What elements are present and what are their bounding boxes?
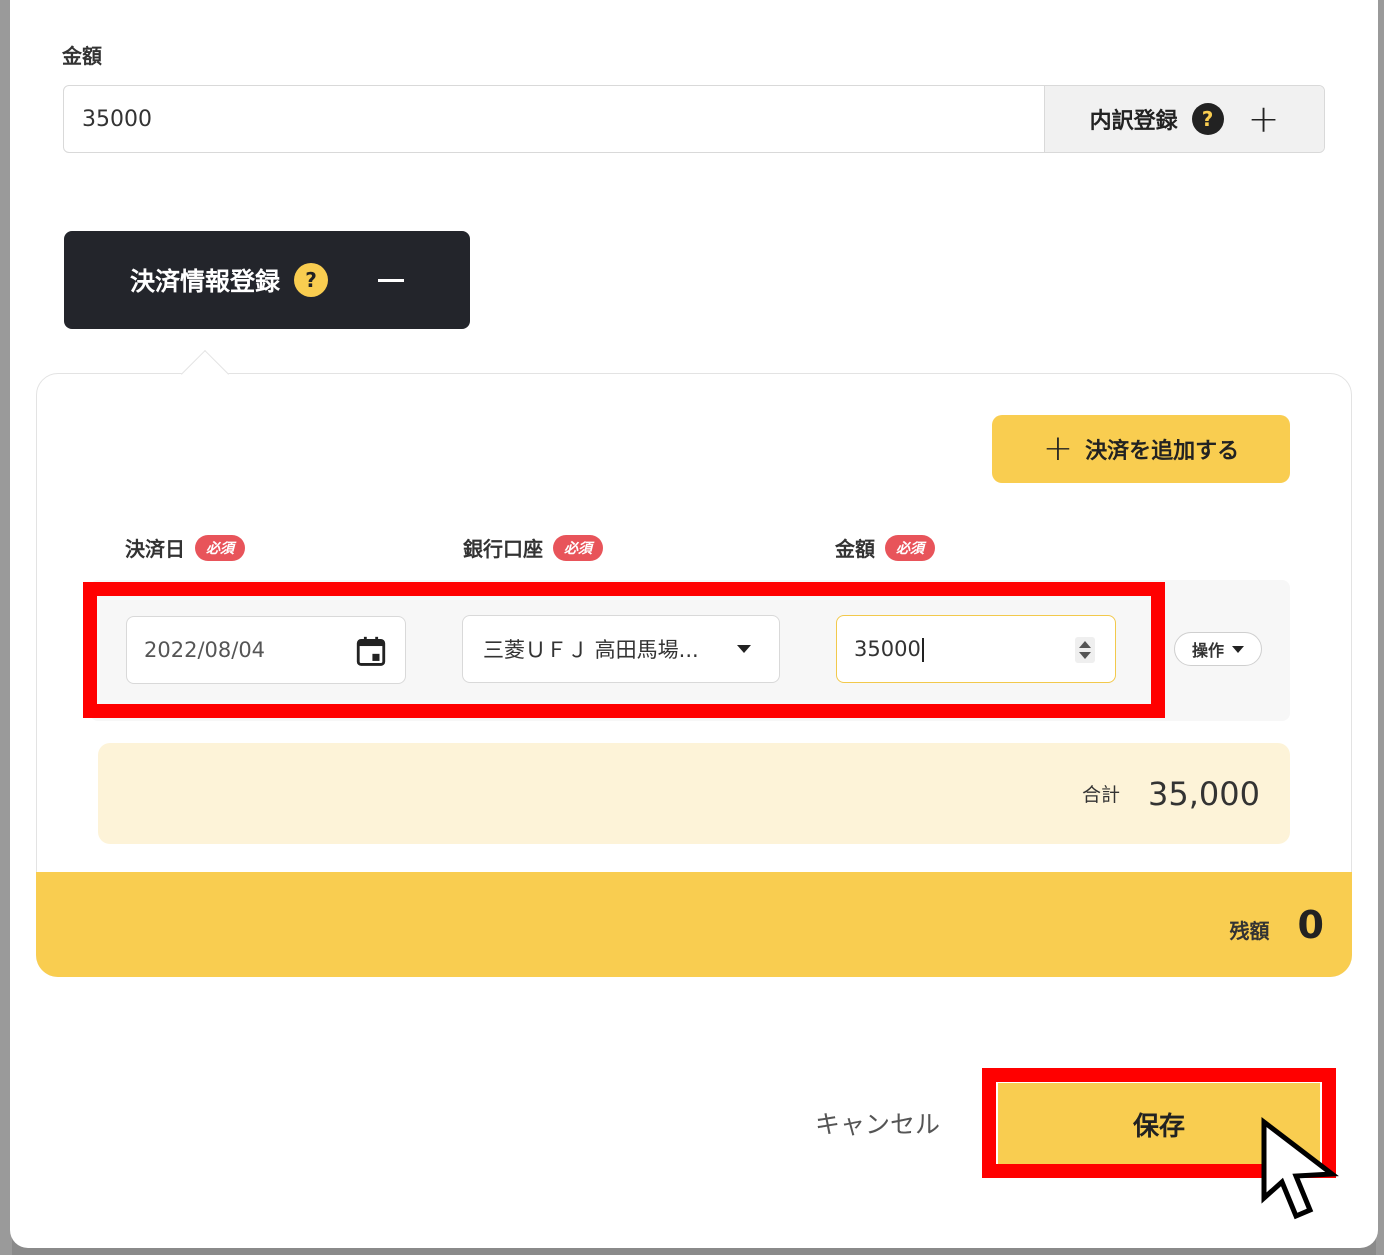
total-summary: 合計 35,000 (98, 743, 1290, 844)
payment-info-label: 決済情報登録 (129, 267, 280, 296)
remaining-value: 0 (1297, 902, 1324, 947)
amount-label: 金額 (62, 44, 102, 68)
amount-column-label: 金額 (835, 537, 875, 561)
chevron-down-icon (1232, 645, 1244, 653)
add-payment-label: 決済を追加する (1085, 439, 1240, 464)
required-badge: 必須 (885, 534, 935, 561)
payment-info-toggle[interactable]: 決済情報登録 ? (64, 231, 470, 329)
breakdown-register-button[interactable]: 内訳登録 ? + (1044, 86, 1324, 152)
remaining-summary: 残額 0 (36, 872, 1352, 977)
total-label: 合計 (1082, 784, 1121, 806)
annotation-highlight-row (83, 582, 1165, 718)
cancel-button[interactable]: キャンセル (815, 1105, 940, 1141)
operations-dropdown[interactable]: 操作 (1174, 632, 1262, 666)
remaining-label: 残額 (1229, 919, 1270, 943)
plus-icon: + (1247, 97, 1280, 141)
amount-column-header: 金額 必須 (835, 533, 935, 562)
operations-label: 操作 (1191, 641, 1224, 660)
date-column-header: 決済日 必須 (125, 533, 245, 562)
required-badge: 必須 (195, 534, 245, 561)
bank-column-label: 銀行口座 (463, 537, 543, 561)
mouse-pointer-icon (1261, 1116, 1339, 1220)
total-value: 35,000 (1148, 774, 1260, 813)
breakdown-register-label: 内訳登録 (1089, 109, 1178, 134)
add-payment-button[interactable]: + 決済を追加する (992, 415, 1290, 483)
required-badge: 必須 (553, 534, 603, 561)
bank-column-header: 銀行口座 必須 (463, 533, 603, 562)
date-column-label: 決済日 (125, 537, 185, 561)
help-icon[interactable]: ? (1191, 103, 1224, 135)
amount-field-group: 内訳登録 ? + (63, 85, 1325, 153)
amount-input[interactable] (64, 86, 1044, 152)
minus-icon (378, 278, 404, 282)
help-icon[interactable]: ? (294, 263, 328, 297)
plus-icon: + (1042, 428, 1074, 469)
